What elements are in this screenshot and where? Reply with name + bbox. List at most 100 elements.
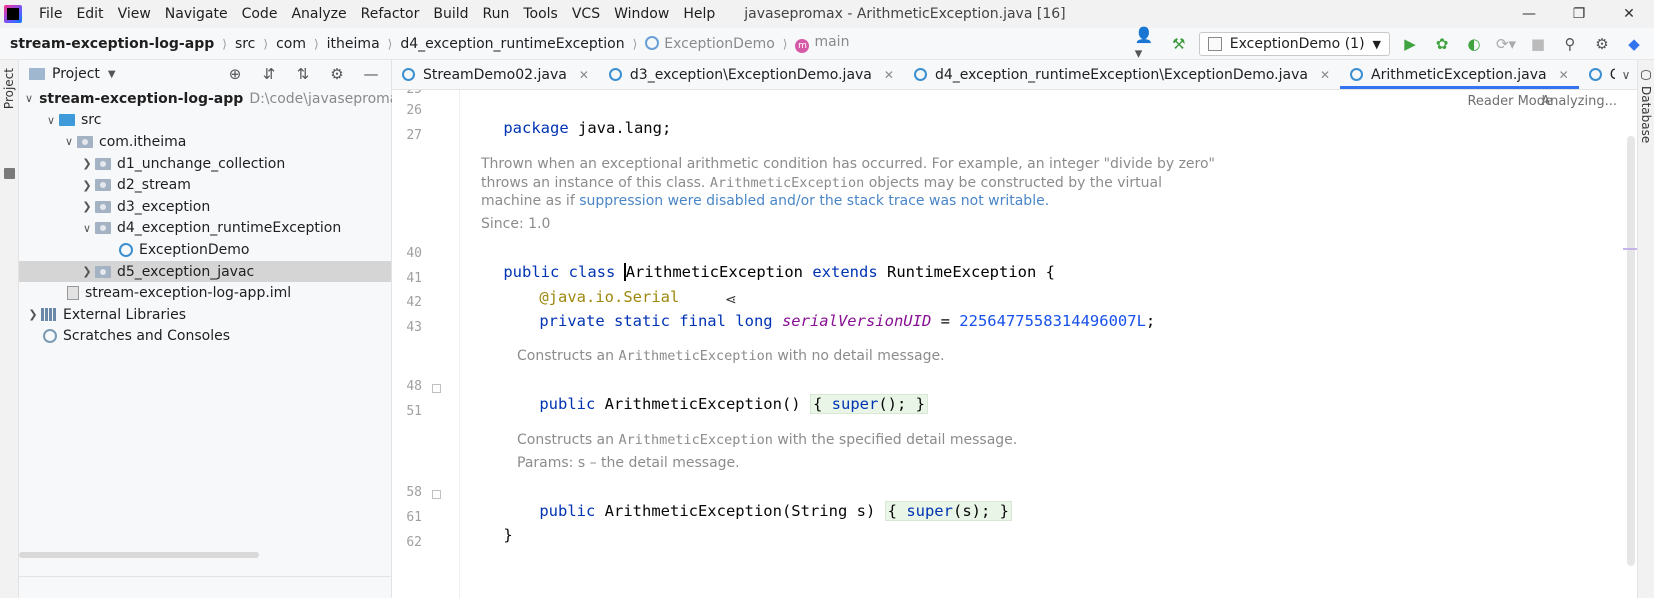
reader-mode-toggle[interactable]: Reader Mode <box>1467 94 1553 109</box>
chevron-right-icon[interactable]: ❯ <box>79 157 95 170</box>
tree-item-exceptiondemo[interactable]: ExceptionDemo <box>19 239 391 261</box>
crumb-package[interactable]: d4_exception_runtimeException <box>400 36 624 52</box>
doc-comment: machine as if suppression were disabled … <box>481 193 1049 209</box>
chevron-right-icon[interactable]: ❯ <box>79 265 95 278</box>
close-icon[interactable]: ✕ <box>579 68 589 82</box>
scratches-icon <box>43 329 57 344</box>
structure-icon[interactable] <box>4 168 15 179</box>
menu-build[interactable]: Build <box>426 0 475 28</box>
tab-streamdemo02[interactable]: StreamDemo02.java ✕ <box>392 60 599 89</box>
crumb-src[interactable]: src <box>235 36 255 52</box>
tree-item-external-libraries[interactable]: ❯ External Libraries <box>19 304 391 326</box>
menu-view[interactable]: View <box>111 0 158 28</box>
line-number: 25 <box>392 90 422 97</box>
run-configuration-select[interactable]: ExceptionDemo (1) ▼ <box>1198 32 1390 56</box>
collapse-all-icon[interactable]: ⇅ <box>291 62 315 86</box>
menu-navigate[interactable]: Navigate <box>158 0 235 28</box>
tree-item-label: d5_exception_javac <box>117 263 255 280</box>
tab-d4-exceptiondemo[interactable]: d4_exception_runtimeException\ExceptionD… <box>904 60 1340 89</box>
crumb-com[interactable]: com <box>276 36 306 52</box>
menu-file[interactable]: File <box>32 0 69 28</box>
line-number: 27 <box>406 128 422 143</box>
stop-icon[interactable]: ■ <box>1526 32 1550 56</box>
menu-refactor[interactable]: Refactor <box>354 0 427 28</box>
tree-item-d3[interactable]: ❯ d3_exception <box>19 196 391 218</box>
crumb-project[interactable]: stream-exception-log-app <box>10 36 214 52</box>
tree-item-project-root[interactable]: ∨ stream-exception-log-app D:\code\javas… <box>19 88 411 110</box>
number-literal: 2256477558314496007L <box>959 312 1146 330</box>
chevron-down-icon[interactable]: ∨ <box>79 222 95 235</box>
tree-item-d2[interactable]: ❯ d2_stream <box>19 174 391 196</box>
menu-window[interactable]: Window <box>607 0 676 28</box>
build-hammer-icon[interactable]: ⚒ <box>1167 32 1191 56</box>
chevron-down-icon[interactable]: ▼ <box>108 69 116 80</box>
restore-icon[interactable]: ❐ <box>1554 0 1604 28</box>
crumb-itheima[interactable]: itheima <box>327 36 380 52</box>
code-editor[interactable]: 25 26 27 40 41 42 43 48 51 58 61 62 Read… <box>392 90 1637 598</box>
menu-edit[interactable]: Edit <box>69 0 110 28</box>
crumb-class-label: ExceptionDemo <box>664 35 775 52</box>
profile-icon[interactable]: ⟳▾ <box>1494 32 1518 56</box>
vertical-scrollbar[interactable] <box>1627 136 1635 566</box>
doc-params: Params: s – the detail message. <box>517 455 740 471</box>
tree-item-src[interactable]: ∨ src <box>19 110 391 132</box>
gear-icon[interactable]: ⚙ <box>325 62 349 86</box>
fold-toggle-icon[interactable] <box>432 384 441 393</box>
project-panel-title[interactable]: Project <box>52 66 100 82</box>
project-tool-window-button[interactable]: Project <box>2 68 16 109</box>
run-icon[interactable]: ▶ <box>1398 32 1422 56</box>
chevron-right-icon[interactable]: ❯ <box>25 308 41 321</box>
minimize-icon[interactable]: — <box>1504 0 1554 28</box>
chevron-down-icon[interactable]: ∨ <box>43 114 59 127</box>
tree-item-d4[interactable]: ∨ d4_exception_runtimeException <box>19 218 391 240</box>
menu-analyze[interactable]: Analyze <box>284 0 353 28</box>
chevron-down-icon[interactable]: ∨ <box>25 92 33 105</box>
crumb-separator-icon: ⟩ <box>222 36 227 51</box>
menu-help[interactable]: Help <box>676 0 722 28</box>
error-stripe-marker[interactable] <box>1623 248 1637 250</box>
intellij-logo-icon <box>4 5 22 23</box>
menu-tools[interactable]: Tools <box>516 0 565 28</box>
editor-gutter[interactable]: 25 26 27 40 41 42 43 48 51 58 61 62 <box>392 90 460 598</box>
coverage-icon[interactable]: ◐ <box>1462 32 1486 56</box>
tree-item-d5[interactable]: ❯ d5_exception_javac <box>19 260 391 283</box>
chevron-down-icon[interactable]: ∨ <box>1615 60 1637 89</box>
tree-item-iml[interactable]: stream-exception-log-app.iml <box>19 282 391 304</box>
close-icon[interactable]: ✕ <box>884 68 894 82</box>
hide-panel-icon[interactable]: — <box>359 62 383 86</box>
search-icon[interactable]: ⚲ <box>1558 32 1582 56</box>
tree-item-com-itheima[interactable]: ∨ com.itheima <box>19 131 391 153</box>
horizontal-scrollbar[interactable] <box>19 552 259 558</box>
chevron-right-icon[interactable]: ❯ <box>79 179 95 192</box>
tree-item-d1[interactable]: ❯ d1_unchange_collection <box>19 153 391 175</box>
tab-arithmeticexception[interactable]: ArithmeticException.java ✕ <box>1340 60 1579 89</box>
tab-d3-exceptiondemo[interactable]: d3_exception\ExceptionDemo.java ✕ <box>599 60 904 89</box>
locate-file-icon[interactable]: ⊕ <box>223 62 247 86</box>
tree-item-path: D:\code\javasepromax\ <box>249 90 412 107</box>
method-icon: m <box>795 39 810 53</box>
chevron-down-icon[interactable]: ∨ <box>61 135 77 148</box>
menu-vcs[interactable]: VCS <box>565 0 607 28</box>
folded-body[interactable]: { super(s); } <box>884 501 1012 521</box>
close-window-icon[interactable]: ✕ <box>1604 0 1654 28</box>
fold-toggle-icon[interactable] <box>432 490 441 499</box>
crumb-method[interactable]: m main <box>795 34 849 53</box>
chevron-right-icon[interactable]: ❯ <box>79 200 95 213</box>
menu-run[interactable]: Run <box>476 0 517 28</box>
jetbrains-update-icon[interactable]: ◆ <box>1622 32 1646 56</box>
folded-body[interactable]: { super(); } <box>809 394 928 414</box>
doc-comment: Constructs an ArithmeticException with n… <box>517 348 945 364</box>
user-icon[interactable]: 👤▾ <box>1135 26 1159 62</box>
database-tool-window-button[interactable]: Database <box>1639 86 1653 143</box>
close-icon[interactable]: ✕ <box>1320 68 1330 82</box>
tree-item-scratches[interactable]: Scratches and Consoles <box>19 326 391 348</box>
class-icon <box>1588 68 1602 81</box>
debug-icon[interactable]: ✿ <box>1430 32 1454 56</box>
expand-all-icon[interactable]: ⇵ <box>257 62 281 86</box>
crumb-separator-icon: ⟩ <box>632 36 638 51</box>
crumb-class[interactable]: ExceptionDemo <box>645 35 775 52</box>
close-icon[interactable]: ✕ <box>1559 68 1569 82</box>
menu-code[interactable]: Code <box>235 0 285 28</box>
gear-icon[interactable]: ⚙ <box>1590 32 1614 56</box>
doc-link[interactable]: suppression were disabled and/or the sta… <box>579 193 1049 209</box>
